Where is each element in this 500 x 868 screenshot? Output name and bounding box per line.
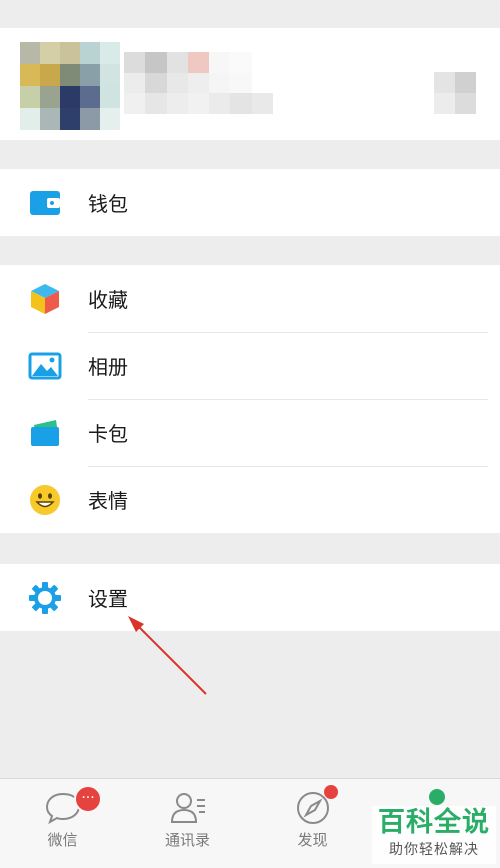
menu-item-label: 设置 bbox=[88, 587, 128, 611]
menu-item-stickers[interactable]: 表情 bbox=[0, 466, 500, 533]
tab-discover[interactable]: 发现 bbox=[250, 779, 375, 868]
me-icon bbox=[429, 789, 445, 805]
tab-contacts[interactable]: 通讯录 bbox=[125, 779, 250, 868]
cube-icon bbox=[28, 282, 62, 316]
menu-item-label: 卡包 bbox=[88, 422, 128, 446]
contacts-icon bbox=[169, 789, 207, 827]
tab-chats[interactable]: ··· 微信 bbox=[0, 779, 125, 868]
gear-icon bbox=[28, 581, 62, 615]
menu-item-label: 钱包 bbox=[88, 192, 128, 216]
watermark-title: 百科全说 bbox=[378, 807, 490, 838]
settings-group: 设置 bbox=[0, 564, 500, 631]
menu-item-label: 收藏 bbox=[88, 288, 128, 312]
menu-item-wallet[interactable]: 钱包 bbox=[0, 169, 500, 236]
menu-item-album[interactable]: 相册 bbox=[0, 332, 500, 399]
features-group: 收藏 相册 卡包 表情 bbox=[0, 265, 500, 533]
avatar[interactable] bbox=[20, 42, 120, 130]
watermark-subtitle: 助你轻松解决 bbox=[389, 842, 479, 858]
notification-dot bbox=[324, 785, 338, 799]
menu-item-cards[interactable]: 卡包 bbox=[0, 399, 500, 466]
menu-item-label: 相册 bbox=[88, 355, 128, 379]
unread-badge: ··· bbox=[74, 785, 102, 813]
profile-name-blurred bbox=[124, 52, 294, 114]
profile-header[interactable] bbox=[0, 28, 500, 140]
smiley-icon bbox=[28, 483, 62, 517]
wallet-icon bbox=[28, 186, 62, 220]
picture-icon bbox=[28, 349, 62, 383]
card-icon bbox=[28, 416, 62, 450]
tab-label: 发现 bbox=[297, 831, 328, 849]
wallet-group: 钱包 bbox=[0, 169, 500, 236]
tab-label: 微信 bbox=[47, 831, 78, 849]
qr-code-blurred[interactable] bbox=[434, 72, 476, 114]
tab-label: 通讯录 bbox=[164, 831, 210, 849]
menu-item-settings[interactable]: 设置 bbox=[0, 564, 500, 631]
menu-item-label: 表情 bbox=[88, 489, 128, 513]
watermark: 百科全说 助你轻松解决 bbox=[372, 806, 496, 864]
menu-item-favorites[interactable]: 收藏 bbox=[0, 265, 500, 332]
